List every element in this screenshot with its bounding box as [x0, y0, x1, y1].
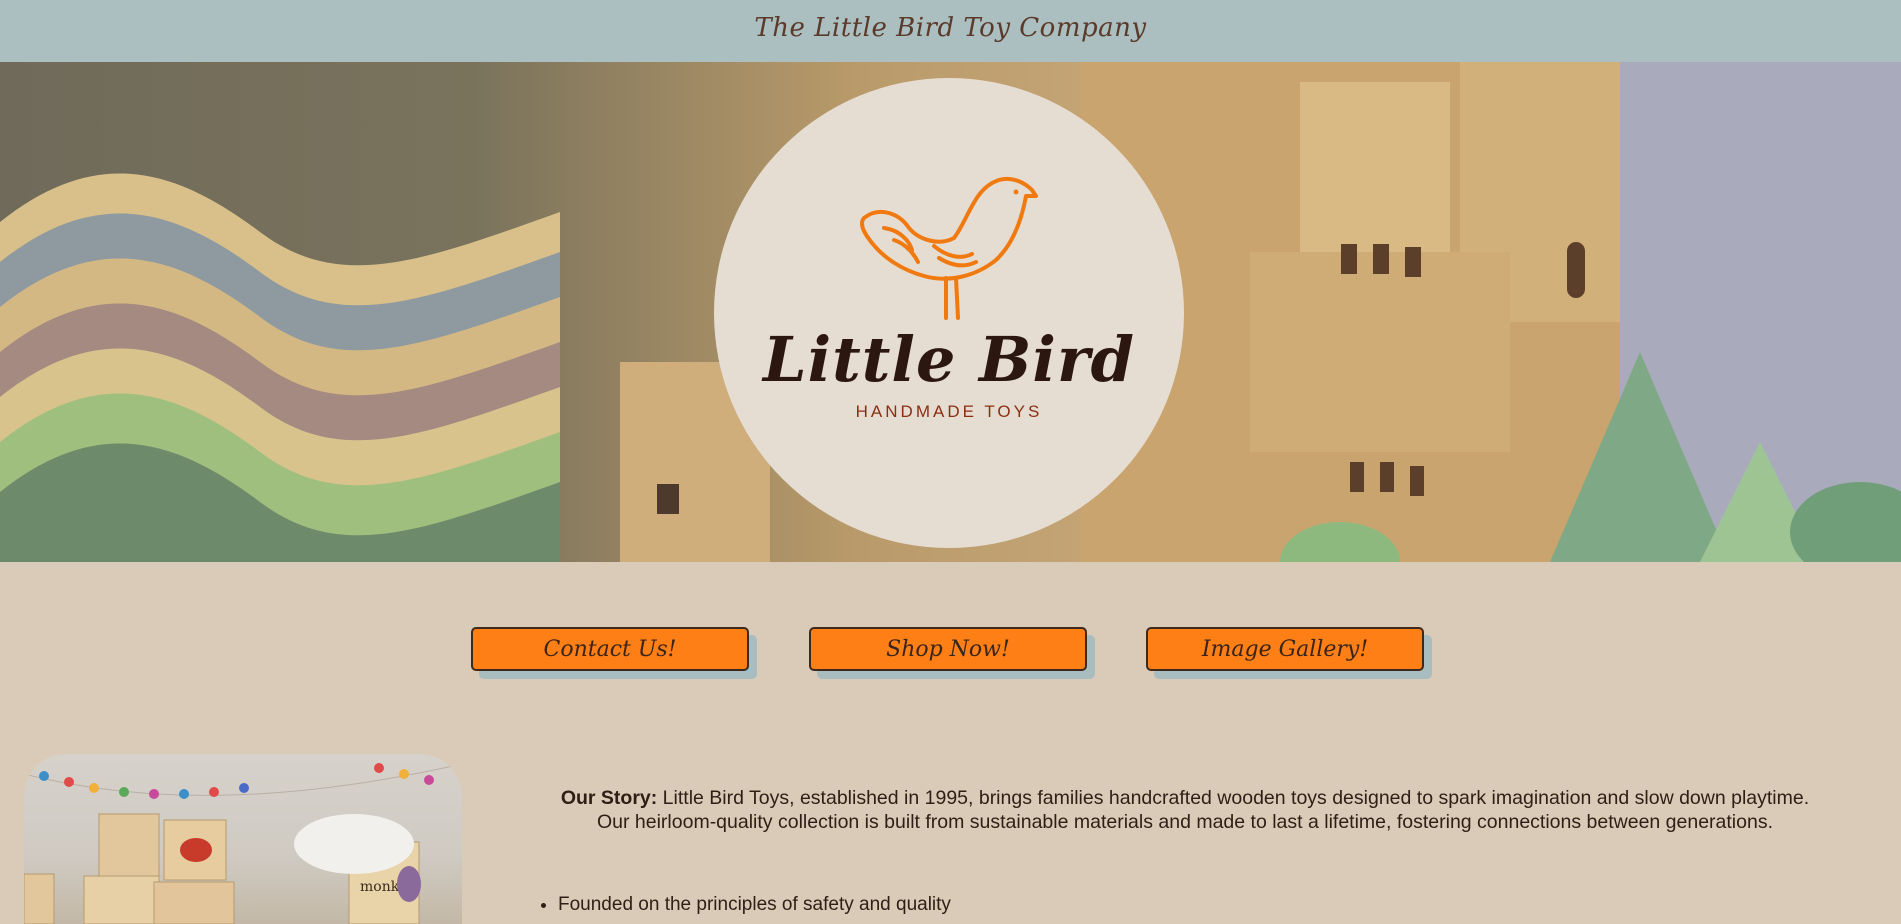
list-item: Founded on the principles of safety and … [558, 894, 951, 916]
highlights-list: Founded on the principles of safety and … [538, 894, 951, 916]
site-title[interactable]: The Little Bird Toy Company [754, 13, 1146, 43]
logo-tagline: HANDMADE TOYS [855, 402, 1043, 421]
our-story-paragraph: Our Story: Little Bird Toys, established… [548, 786, 1822, 834]
logo-badge[interactable]: Little Bird HANDMADE TOYS [714, 78, 1184, 548]
hero-banner: Little Bird HANDMADE TOYS [0, 62, 1901, 562]
story-text: Little Bird Toys, established in 1995, b… [596, 787, 1810, 833]
bird-logo-icon [860, 177, 1038, 320]
top-bar: The Little Bird Toy Company [0, 0, 1901, 62]
toy-blocks-photo: monkey [24, 754, 462, 924]
shop-now-button[interactable]: Shop Now! [809, 627, 1087, 671]
logo-wordmark: Little Bird [763, 323, 1135, 396]
alphabet-blocks-image: monkey [24, 763, 462, 924]
contact-us-button[interactable]: Contact Us! [471, 627, 749, 671]
story-heading: Our Story: [560, 787, 658, 809]
image-gallery-button[interactable]: Image Gallery! [1146, 627, 1424, 671]
